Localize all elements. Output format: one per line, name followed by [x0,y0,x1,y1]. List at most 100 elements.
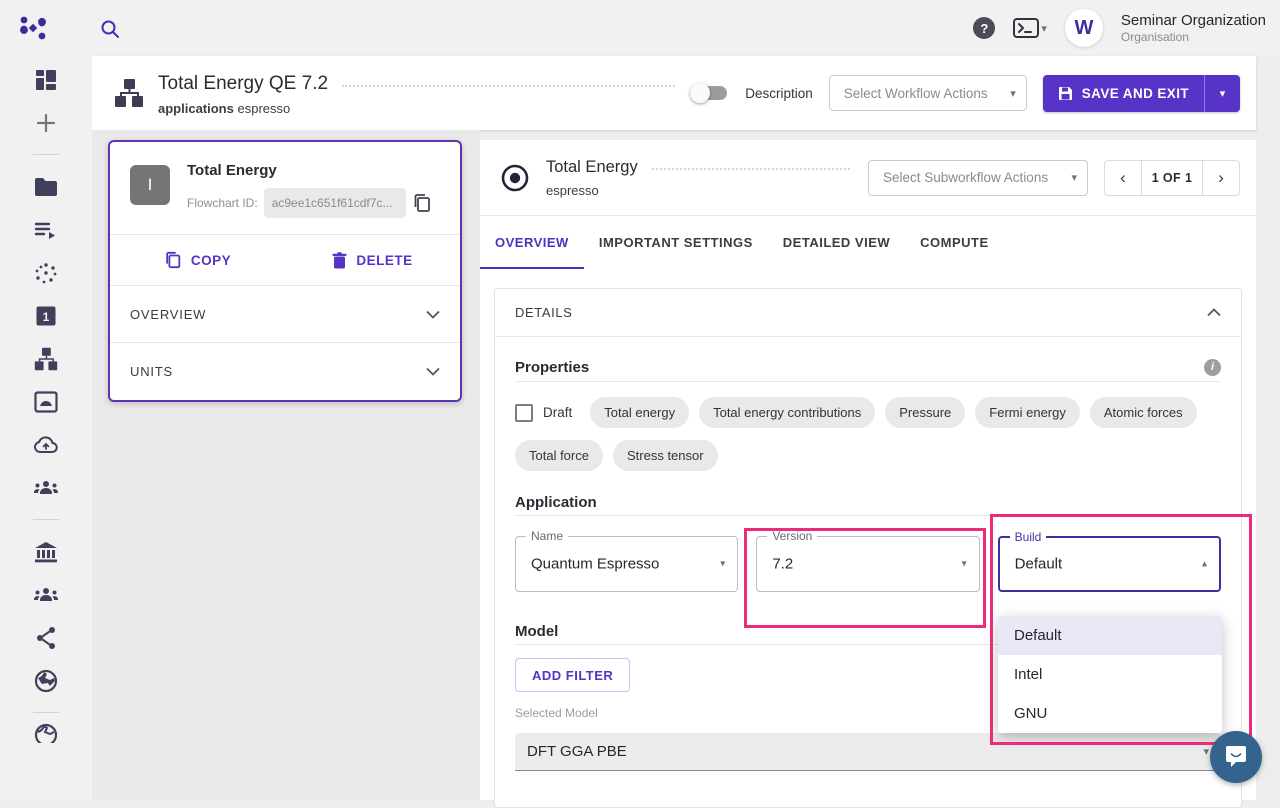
properties-chips: Draft Total energy Total energy contribu… [515,382,1221,485]
avatar[interactable]: W [1065,9,1103,47]
unit-one-icon[interactable]: 1 [0,294,92,337]
cluster-dots-icon[interactable] [0,251,92,294]
menu-item-intel[interactable]: Intel [998,655,1222,694]
unit-badge: I [130,165,170,205]
tab-overview[interactable]: OVERVIEW [480,216,584,269]
selected-model-select[interactable]: DFT GGA PBE ▾ [515,733,1221,771]
org-subtitle: Organisation [1121,30,1266,44]
users-icon[interactable] [0,573,92,616]
rail-divider [33,154,59,155]
globe-icon[interactable] [0,659,92,702]
application-fields: Name Quantum Espresso ▾ Version 7.2 ▾ Bu… [515,536,1221,592]
app-logo-icon[interactable] [18,15,48,41]
properties-image-icon[interactable] [0,380,92,423]
menu-item-default[interactable]: Default [998,616,1222,655]
version-label: Version [767,529,817,543]
terminal-icon [1013,18,1039,38]
left-nav-rail: 1 [0,56,92,800]
workflow-actions-select[interactable]: Select Workflow Actions ▾ [829,75,1027,111]
caret-down-icon: ▾ [1010,87,1016,100]
search-icon[interactable] [98,17,122,41]
cloud-upload-icon[interactable] [0,423,92,466]
chevron-up-icon [1207,308,1221,317]
tab-important-settings[interactable]: IMPORTANT SETTINGS [584,216,768,269]
dashboard-icon[interactable] [0,58,92,101]
add-filter-button[interactable]: ADD FILTER [515,658,630,692]
flowchart-id-label: Flowchart ID: [187,196,258,210]
copy-id-icon[interactable] [412,193,432,213]
property-chip: Total energy contributions [699,397,875,428]
caret-down-icon: ▾ [1041,22,1047,35]
materials-folder-icon[interactable] [0,165,92,208]
tab-compute[interactable]: COMPUTE [905,216,1004,269]
subworkflow-title: Total Energy [546,158,638,177]
chevron-down-icon [426,367,440,376]
property-chip: Atomic forces [1090,397,1197,428]
flowchart-id-field[interactable]: ac9ee1c651f61cdf7c... [264,188,406,218]
workflow-title: Total Energy QE 7.2 [158,73,328,95]
toggle-knob [690,83,710,103]
jobs-list-icon[interactable] [0,208,92,251]
property-chip: Pressure [885,397,965,428]
svg-text:1: 1 [43,309,50,323]
save-icon [1058,86,1073,101]
pager-prev-button[interactable]: ‹ [1105,161,1141,195]
caret-up-icon: ▴ [1202,559,1207,570]
organization-bank-icon[interactable] [0,530,92,573]
share-icon[interactable] [0,616,92,659]
chat-bubble-icon [1223,744,1249,770]
name-select[interactable]: Name Quantum Espresso ▾ [515,536,738,592]
tab-detailed-view[interactable]: DETAILED VIEW [768,216,905,269]
top-bar: ? ▾ W Seminar Organization Organisation [0,0,1280,56]
property-chip: Total energy [590,397,689,428]
description-toggle[interactable] [693,86,727,100]
workflow-header: Total Energy QE 7.2 applications espress… [92,56,1256,130]
description-label: Description [745,86,813,101]
org-block[interactable]: Seminar Organization Organisation [1121,12,1266,44]
globe-secondary-icon[interactable] [0,723,92,743]
property-chip: Total force [515,440,603,471]
draft-checkbox[interactable] [515,404,533,422]
dotted-divider [342,85,675,87]
caret-down-icon: ▾ [1071,171,1077,184]
add-icon[interactable] [0,101,92,144]
trash-icon [332,252,347,269]
info-icon[interactable]: i [1204,359,1221,376]
build-select[interactable]: Build Default ▴ [998,536,1221,592]
accordion-overview[interactable]: OVERVIEW [110,286,460,343]
delete-button[interactable]: DELETE [285,235,460,285]
draft-label: Draft [543,405,572,420]
chat-launcher-button[interactable] [1210,731,1262,783]
property-chip: Stress tensor [613,440,718,471]
subworkflow-application: espresso [546,183,868,198]
console-menu-button[interactable]: ▾ [1013,18,1047,38]
workflow-meta: applications espresso [158,101,693,116]
copy-icon [164,251,182,269]
copy-button[interactable]: COPY [110,235,285,285]
team-icon[interactable] [0,466,92,509]
rail-divider [33,712,59,713]
subworkflow-radio-icon [500,163,530,193]
save-and-exit-button[interactable]: SAVE AND EXIT ▾ [1043,75,1240,112]
subworkflow-pager: ‹ 1 OF 1 › [1104,160,1240,196]
name-label: Name [526,529,568,543]
properties-title: Properties [515,359,589,376]
pager-next-button[interactable]: › [1203,161,1239,195]
accordion-units[interactable]: UNITS [110,343,460,400]
unit-card: I Total Energy Flowchart ID: ac9ee1c651f… [108,140,462,402]
menu-item-gnu[interactable]: GNU [998,694,1222,733]
details-panel-header[interactable]: DETAILS [495,289,1241,337]
unit-title: Total Energy [187,162,442,179]
help-icon[interactable]: ? [973,17,995,39]
model-title: Model [515,623,558,640]
caret-down-icon: ▾ [962,559,967,570]
dotted-divider [652,168,850,170]
divider [515,515,1221,516]
workflows-icon[interactable] [0,337,92,380]
subworkflow-tabs: OVERVIEW IMPORTANT SETTINGS DETAILED VIE… [480,215,1256,269]
property-chip: Fermi energy [975,397,1080,428]
version-select[interactable]: Version 7.2 ▾ [756,536,979,592]
subworkflow-actions-select[interactable]: Select Subworkflow Actions ▾ [868,160,1088,196]
pager-count: 1 OF 1 [1141,161,1203,195]
save-dropdown-arrow[interactable]: ▾ [1204,75,1240,112]
